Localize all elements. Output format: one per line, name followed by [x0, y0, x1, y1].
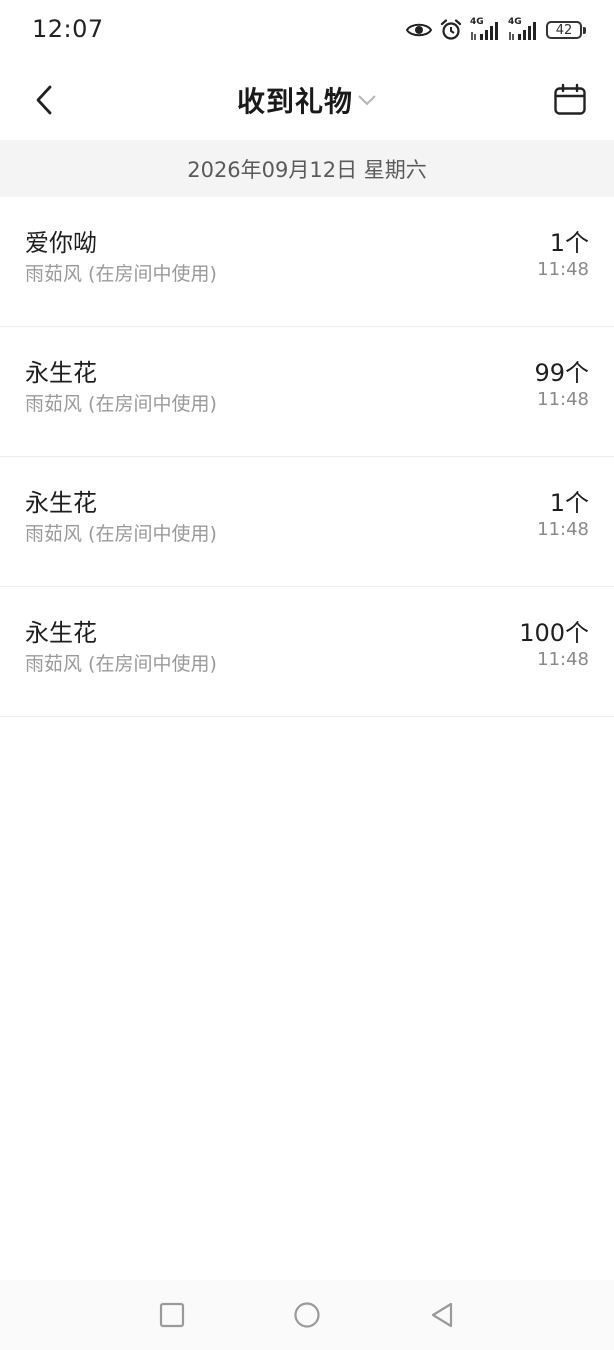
header-bar: 收到礼物: [0, 62, 614, 140]
nav-home-button[interactable]: [292, 1300, 322, 1330]
gift-time: 11:48: [537, 389, 589, 410]
gift-list: 爱你呦 雨茹风 (在房间中使用) 1个 11:48 永生花 雨茹风 (在房间中使…: [0, 197, 614, 717]
eye-icon: [406, 21, 432, 39]
gift-time: 11:48: [537, 519, 589, 540]
gift-count: 99个: [534, 359, 589, 387]
alarm-clock-icon: [440, 19, 462, 41]
status-time: 12:07: [32, 15, 104, 43]
gift-source: 雨茹风 (在房间中使用): [25, 263, 217, 285]
gift-source: 雨茹风 (在房间中使用): [25, 393, 217, 415]
gift-source: 雨茹风 (在房间中使用): [25, 653, 217, 675]
gift-source: 雨茹风 (在房间中使用): [25, 523, 217, 545]
list-item[interactable]: 爱你呦 雨茹风 (在房间中使用) 1个 11:48: [0, 197, 614, 327]
gift-name: 永生花: [25, 619, 97, 647]
list-item[interactable]: 永生花 雨茹风 (在房间中使用) 1个 11:48: [0, 457, 614, 587]
signal-bars-icon: 4G: [470, 17, 500, 41]
gift-name: 爱你呦: [25, 229, 97, 257]
chevron-down-icon: [358, 95, 376, 106]
nav-recents-button[interactable]: [157, 1300, 187, 1330]
square-icon: [159, 1302, 185, 1328]
gift-name: 永生花: [25, 489, 97, 517]
status-bar: 12:07 4G 4G 42: [0, 0, 614, 62]
list-item[interactable]: 永生花 雨茹风 (在房间中使用) 99个 11:48: [0, 327, 614, 457]
calendar-icon: [554, 83, 586, 115]
system-nav-bar: [0, 1280, 614, 1350]
triangle-back-icon: [431, 1302, 453, 1328]
list-item[interactable]: 永生花 雨茹风 (在房间中使用) 100个 11:48: [0, 587, 614, 717]
gift-time: 11:48: [537, 649, 589, 670]
gift-name: 永生花: [25, 359, 97, 387]
circle-icon: [294, 1302, 320, 1328]
calendar-button[interactable]: [550, 80, 590, 120]
page-title: 收到礼物: [236, 85, 353, 118]
battery-level: 42: [555, 22, 573, 38]
date-header: 2026年09月12日 星期六: [0, 140, 614, 197]
status-icons: 4G 4G 42: [406, 16, 586, 44]
gift-count: 1个: [549, 229, 589, 257]
gift-count: 100个: [519, 619, 589, 647]
title-dropdown[interactable]: 收到礼物: [0, 80, 614, 120]
signal-bars-icon: 4G: [508, 17, 538, 41]
gift-count: 1个: [549, 489, 589, 517]
nav-back-button[interactable]: [427, 1300, 457, 1330]
gift-time: 11:48: [537, 259, 589, 280]
battery-icon: 42: [546, 21, 586, 39]
